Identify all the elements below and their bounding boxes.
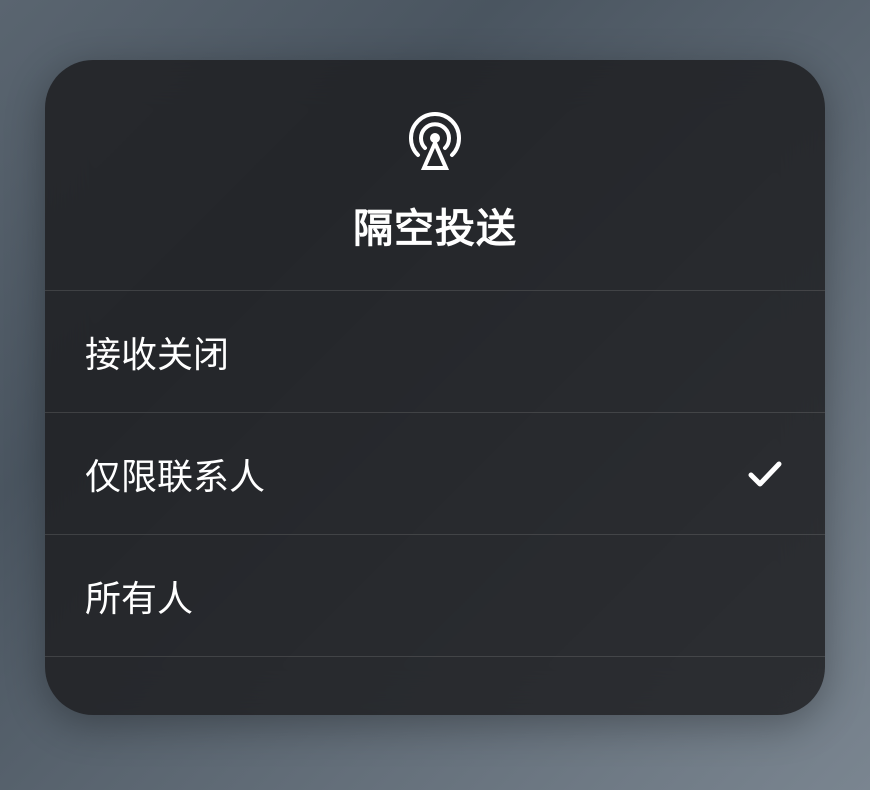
option-label: 所有人 [85,570,193,622]
airdrop-icon [403,108,467,172]
option-label: 仅限联系人 [85,448,265,500]
checkmark-icon [745,576,785,616]
checkmark-icon [745,454,785,494]
option-label: 接收关闭 [85,326,229,378]
panel-header: 隔空投送 [45,60,825,291]
airdrop-settings-panel: 隔空投送 接收关闭 仅限联系人 所有人 [45,60,825,715]
panel-title: 隔空投送 [353,196,517,254]
option-everyone[interactable]: 所有人 [45,535,825,657]
option-receiving-off[interactable]: 接收关闭 [45,291,825,413]
checkmark-icon [745,332,785,372]
option-contacts-only[interactable]: 仅限联系人 [45,413,825,535]
options-list: 接收关闭 仅限联系人 所有人 [45,291,825,657]
panel-bottom-spacer [45,657,825,715]
